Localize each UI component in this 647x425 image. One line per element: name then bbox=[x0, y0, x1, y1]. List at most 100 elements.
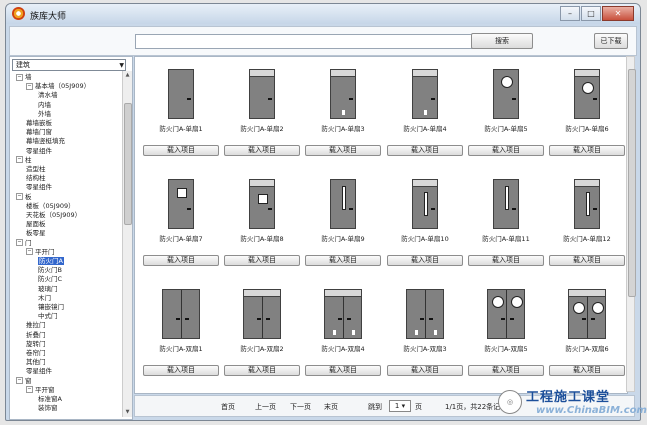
tree-item[interactable]: − 基本墙（05J909） bbox=[26, 82, 90, 90]
family-card[interactable]: 防火门A-双扇2 载入项目 bbox=[222, 285, 302, 393]
category-dropdown[interactable]: 建筑 ▼ bbox=[12, 59, 126, 71]
load-into-project-button[interactable]: 载入项目 bbox=[468, 145, 544, 156]
next-page-link[interactable]: 下一页 bbox=[290, 402, 311, 412]
tree-item[interactable]: − 柱 bbox=[16, 156, 32, 164]
load-into-project-button[interactable]: 载入项目 bbox=[468, 365, 544, 376]
load-into-project-button[interactable]: 载入项目 bbox=[305, 255, 381, 266]
load-into-project-button[interactable]: 载入项目 bbox=[387, 255, 463, 266]
tree-item[interactable]: 木门 bbox=[38, 294, 51, 302]
tree-item[interactable]: − 板 bbox=[16, 193, 32, 201]
tree-item[interactable]: 外墙 bbox=[38, 110, 51, 118]
close-button[interactable]: ✕ bbox=[602, 6, 634, 21]
chevron-down-icon[interactable]: ▼ bbox=[119, 60, 124, 71]
last-page-link[interactable]: 末页 bbox=[324, 402, 338, 412]
tree-item[interactable]: 板零星 bbox=[26, 229, 46, 237]
first-page-link[interactable]: 首页 bbox=[221, 402, 235, 412]
family-card[interactable]: 防火门A-单扇9 载入项目 bbox=[303, 175, 383, 283]
tree-item[interactable]: 幕墙竖梃填充 bbox=[26, 137, 65, 145]
family-card[interactable]: 防火门A-单扇8 载入项目 bbox=[222, 175, 302, 283]
load-into-project-button[interactable]: 载入项目 bbox=[224, 255, 300, 266]
family-card[interactable]: 防火门A-双扇6 载入项目 bbox=[547, 285, 627, 393]
family-card[interactable]: 防火门A-双扇4 载入项目 bbox=[303, 285, 383, 393]
family-card[interactable]: 防火门A-单扇1 载入项目 bbox=[141, 65, 221, 173]
load-into-project-button[interactable]: 载入项目 bbox=[143, 365, 219, 376]
load-into-project-button[interactable]: 载入项目 bbox=[387, 365, 463, 376]
tree-toggle-icon[interactable]: − bbox=[26, 82, 33, 90]
tree-toggle-icon[interactable]: − bbox=[16, 73, 23, 81]
tree-toggle-icon[interactable]: − bbox=[16, 239, 23, 247]
family-card[interactable]: 防火门A-单扇6 载入项目 bbox=[547, 65, 627, 173]
tree-item[interactable]: 卷帘门 bbox=[26, 349, 46, 357]
family-card[interactable]: 防火门A-单扇7 载入项目 bbox=[141, 175, 221, 283]
tree-item[interactable]: 防火门A bbox=[38, 257, 64, 265]
load-into-project-button[interactable]: 载入项目 bbox=[549, 145, 625, 156]
tree-item[interactable]: 折叠门 bbox=[26, 331, 46, 339]
prev-page-link[interactable]: 上一页 bbox=[255, 402, 276, 412]
tree-item[interactable]: − 墙 bbox=[16, 73, 32, 81]
tree-item[interactable]: 玻璃门 bbox=[38, 285, 58, 293]
family-card[interactable]: 防火门A-单扇5 载入项目 bbox=[466, 65, 546, 173]
tree-item[interactable]: 防火门B bbox=[38, 266, 62, 274]
load-into-project-button[interactable]: 载入项目 bbox=[143, 255, 219, 266]
tree-item[interactable]: 镶嵌镜门 bbox=[38, 303, 64, 311]
family-card[interactable]: 防火门A-单扇11 载入项目 bbox=[466, 175, 546, 283]
tree-toggle-icon[interactable]: − bbox=[26, 386, 33, 394]
downloaded-button[interactable]: 已下载 bbox=[594, 33, 628, 49]
maximize-button[interactable]: □ bbox=[581, 6, 601, 21]
search-button[interactable]: 搜索 bbox=[471, 33, 533, 49]
family-card[interactable]: 防火门A-单扇10 载入项目 bbox=[385, 175, 465, 283]
tree-item[interactable]: − 门 bbox=[16, 239, 32, 247]
tree-scroll-thumb[interactable] bbox=[124, 103, 132, 225]
content-scrollbar[interactable] bbox=[626, 56, 636, 392]
load-into-project-button[interactable]: 载入项目 bbox=[468, 255, 544, 266]
load-into-project-button[interactable]: 载入项目 bbox=[305, 365, 381, 376]
load-into-project-button[interactable]: 载入项目 bbox=[224, 365, 300, 376]
minimize-button[interactable]: – bbox=[560, 6, 580, 21]
tree-item[interactable]: 内墙 bbox=[38, 101, 51, 109]
load-into-project-button[interactable]: 载入项目 bbox=[143, 145, 219, 156]
tree-item[interactable]: 幕墙嵌板 bbox=[26, 119, 52, 127]
tree-item[interactable]: 楼板（05J909） bbox=[26, 202, 75, 210]
load-into-project-button[interactable]: 载入项目 bbox=[224, 145, 300, 156]
tree-item[interactable]: − 窗 bbox=[16, 377, 32, 385]
tree-item[interactable]: 装饰窗 bbox=[38, 404, 58, 412]
tree-toggle-icon[interactable]: − bbox=[26, 248, 33, 256]
tree-item[interactable]: 结构柱 bbox=[26, 174, 46, 182]
page-number-select[interactable]: 1 ▾ bbox=[389, 400, 411, 412]
tree-item[interactable]: 零星组件 bbox=[26, 183, 52, 191]
tree-item[interactable]: − 平开窗 bbox=[26, 386, 55, 394]
tree-toggle-icon[interactable]: − bbox=[16, 193, 23, 201]
load-into-project-button[interactable]: 载入项目 bbox=[387, 145, 463, 156]
tree-item[interactable]: 清水墙 bbox=[38, 91, 58, 99]
scroll-down-icon[interactable]: ▼ bbox=[123, 408, 132, 417]
tree-item[interactable]: 幕墙门窗 bbox=[26, 128, 52, 136]
family-card[interactable]: 防火门A-双扇1 载入项目 bbox=[141, 285, 221, 393]
load-into-project-button[interactable]: 载入项目 bbox=[549, 365, 625, 376]
tree-scrollbar[interactable]: ▲ ▼ bbox=[122, 71, 132, 417]
tree-item[interactable]: 屋面板 bbox=[26, 220, 46, 228]
tree-item[interactable]: 中式门 bbox=[38, 312, 58, 320]
family-card[interactable]: 防火门A-单扇3 载入项目 bbox=[303, 65, 383, 173]
family-card[interactable]: 防火门A-双扇5 载入项目 bbox=[466, 285, 546, 393]
family-card[interactable]: 防火门A-单扇12 载入项目 bbox=[547, 175, 627, 283]
tree-item[interactable]: 造型柱 bbox=[26, 165, 46, 173]
search-input[interactable] bbox=[135, 34, 476, 49]
tree-item[interactable]: 旋转门 bbox=[26, 340, 46, 348]
scroll-up-icon[interactable]: ▲ bbox=[123, 71, 132, 80]
content-scroll-thumb[interactable] bbox=[628, 69, 636, 297]
tree-item[interactable]: 零星组件 bbox=[26, 367, 52, 375]
family-card[interactable]: 防火门A-单扇4 载入项目 bbox=[385, 65, 465, 173]
tree-item[interactable]: 防火门C bbox=[38, 275, 62, 283]
tree-item[interactable]: 推拉门 bbox=[26, 321, 46, 329]
family-card[interactable]: 防火门A-单扇2 载入项目 bbox=[222, 65, 302, 173]
tree-item[interactable]: 天花板（05J909） bbox=[26, 211, 81, 219]
tree-item[interactable]: 标准窗A bbox=[38, 395, 62, 403]
tree-item[interactable]: − 平开门 bbox=[26, 248, 55, 256]
tree-toggle-icon[interactable]: − bbox=[16, 377, 23, 385]
family-card[interactable]: 防火门A-双扇3 载入项目 bbox=[385, 285, 465, 393]
tree-toggle-icon[interactable]: − bbox=[16, 156, 23, 164]
tree-item[interactable]: 零星组件 bbox=[26, 147, 52, 155]
load-into-project-button[interactable]: 载入项目 bbox=[549, 255, 625, 266]
load-into-project-button[interactable]: 载入项目 bbox=[305, 145, 381, 156]
tree-item[interactable]: 其他门 bbox=[26, 358, 46, 366]
